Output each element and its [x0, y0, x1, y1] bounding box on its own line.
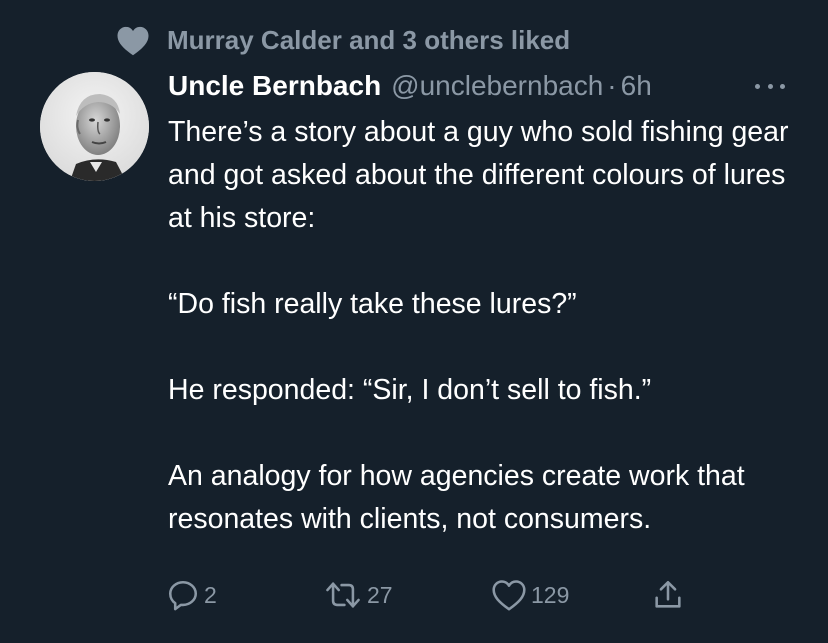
share-icon — [655, 580, 681, 608]
social-context[interactable]: Murray Calder and 3 others liked — [113, 20, 570, 60]
like-button[interactable]: 129 — [491, 575, 569, 615]
tweet-paragraph: An analogy for how agencies create work … — [168, 460, 745, 535]
avatar-photo — [40, 72, 149, 181]
tweet-paragraph: He responded: “Sir, I don’t sell to fish… — [168, 374, 652, 406]
like-icon — [492, 580, 526, 611]
tweet-paragraph: There’s a story about a guy who sold fis… — [168, 116, 789, 234]
tweet-paragraph: “Do fish really take these lures?” — [168, 288, 577, 320]
tweet-time[interactable]: 6h — [621, 70, 652, 102]
retweet-count: 27 — [367, 581, 393, 608]
social-context-text: Murray Calder and 3 others liked — [167, 24, 571, 55]
retweet-button[interactable]: 27 — [323, 575, 393, 615]
retweet-icon — [326, 582, 360, 608]
reply-icon — [168, 580, 198, 611]
tweet-text: There’s a story about a guy who sold fis… — [168, 111, 798, 541]
reply-button[interactable]: 2 — [166, 575, 217, 615]
share-button[interactable] — [651, 575, 685, 615]
reply-count: 2 — [204, 581, 217, 608]
avatar[interactable] — [40, 72, 149, 181]
like-count: 129 — [531, 581, 570, 608]
tweet-header: Uncle Bernbach @unclebernbach · 6h — [168, 66, 788, 106]
more-options-icon[interactable] — [752, 74, 788, 98]
separator-dot: · — [607, 70, 617, 101]
author-handle[interactable]: @unclebernbach — [391, 70, 603, 102]
author-name[interactable]: Uncle Bernbach — [168, 70, 381, 102]
tweet-actions: 2 27 129 — [0, 575, 828, 615]
heart-icon — [113, 20, 153, 60]
